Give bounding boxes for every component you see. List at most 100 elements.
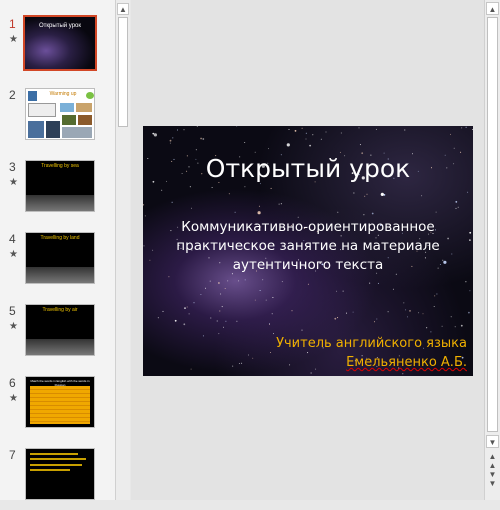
star-dot bbox=[234, 211, 236, 213]
thumbnail-title: Travelling by air bbox=[42, 307, 78, 313]
star-dot bbox=[259, 183, 261, 185]
star-dot bbox=[171, 201, 173, 203]
thumbnail-title: Warming up bbox=[49, 91, 77, 97]
star-dot bbox=[195, 149, 197, 151]
thumbnail-image[interactable]: Открытый урок bbox=[23, 15, 97, 71]
star-dot bbox=[254, 299, 256, 301]
slide-subtitle[interactable]: Коммуникативно-ориентированное практичес… bbox=[173, 218, 443, 275]
slide-number: 4 bbox=[9, 232, 16, 246]
slide-thumbnail-5[interactable]: 5 ★ Travelling by air bbox=[0, 304, 115, 366]
star-dot bbox=[435, 211, 437, 213]
scrollbar-thumb[interactable] bbox=[118, 17, 128, 127]
thumbnail-image[interactable]: Warming up bbox=[25, 88, 95, 140]
thumbnail-image[interactable] bbox=[25, 448, 95, 500]
thumbnail-image[interactable]: Match the words in English with the word… bbox=[25, 376, 95, 428]
subtitle-line: Коммуникативно-ориентированное bbox=[181, 219, 435, 235]
slide-thumbnail-2[interactable]: 2 Warming up bbox=[0, 88, 115, 150]
main-scrollbar[interactable]: ▲ ▼ ▲ ▲ ▼ ▼ bbox=[484, 0, 500, 500]
thumbnail-image[interactable]: Travelling by air bbox=[25, 304, 95, 356]
star-dot bbox=[183, 323, 186, 326]
star-dot bbox=[228, 193, 230, 195]
star-dot bbox=[262, 279, 264, 281]
current-slide[interactable]: Открытый урок Коммуникативно-ориентирова… bbox=[143, 126, 473, 376]
slide-thumbnail-3[interactable]: 3 ★ Travelling by sea bbox=[0, 160, 115, 222]
star-dot bbox=[211, 187, 213, 188]
star-dot bbox=[177, 129, 178, 131]
star-dot bbox=[460, 151, 462, 153]
star-dot bbox=[244, 142, 246, 143]
star-dot bbox=[436, 293, 438, 295]
star-dot bbox=[189, 186, 191, 188]
star-dot bbox=[210, 317, 212, 319]
star-dot bbox=[377, 282, 379, 284]
star-dot bbox=[225, 320, 227, 322]
thumbnail-title: Travelling by sea bbox=[41, 163, 79, 169]
star-dot bbox=[387, 311, 389, 313]
star-dot bbox=[227, 280, 229, 282]
thumbnail-text-line bbox=[30, 464, 82, 466]
star-dot bbox=[202, 138, 205, 140]
star-dot bbox=[468, 311, 470, 314]
slide-thumbnail-7[interactable]: 7 bbox=[0, 448, 115, 510]
star-dot bbox=[305, 138, 307, 140]
thumbnail-image[interactable]: Travelling by sea bbox=[25, 160, 95, 212]
star-dot bbox=[455, 207, 457, 209]
star-dot bbox=[366, 193, 368, 195]
star-dot bbox=[352, 311, 354, 313]
previous-slide-icon[interactable]: ▲ ▲ bbox=[486, 452, 499, 470]
star-dot bbox=[202, 335, 204, 337]
thumbnail-image[interactable]: Travelling by land bbox=[25, 232, 95, 284]
scroll-up-arrow-icon[interactable]: ▲ bbox=[486, 2, 499, 15]
thumbnail-scrollbar[interactable]: ▲ bbox=[115, 0, 130, 500]
slide-number: 5 bbox=[9, 304, 16, 318]
scroll-down-arrow-icon[interactable]: ▼ bbox=[486, 435, 499, 448]
scroll-up-arrow-icon[interactable]: ▲ bbox=[117, 3, 129, 15]
thumbnail-title: Открытый урок bbox=[39, 23, 81, 29]
animation-star-icon: ★ bbox=[9, 177, 18, 188]
author-block[interactable]: Учитель английского языка Емельяненко А.… bbox=[276, 334, 467, 372]
star-dot bbox=[190, 368, 192, 370]
star-dot bbox=[375, 128, 377, 130]
next-slide-icon[interactable]: ▼ ▼ bbox=[486, 470, 499, 488]
star-dot bbox=[358, 127, 360, 129]
thumbnail-text-line bbox=[30, 469, 70, 471]
star-dot bbox=[469, 290, 471, 292]
star-dot bbox=[152, 132, 155, 135]
star-dot bbox=[465, 281, 467, 283]
star-dot bbox=[418, 312, 420, 314]
star-dot bbox=[325, 131, 327, 133]
star-dot bbox=[193, 302, 195, 304]
scrollbar-thumb[interactable] bbox=[487, 17, 498, 432]
star-dot bbox=[307, 283, 309, 285]
slide-thumbnail-1[interactable]: 1 ★ Открытый урок bbox=[0, 15, 115, 79]
star-dot bbox=[454, 326, 456, 328]
star-dot bbox=[443, 260, 447, 264]
slide-thumbnail-6[interactable]: 6 ★ Match the words in English with the … bbox=[0, 376, 115, 438]
slide-title[interactable]: Открытый урок bbox=[143, 154, 473, 183]
slide-thumbnail-4[interactable]: 4 ★ Travelling by land bbox=[0, 232, 115, 294]
star-dot bbox=[447, 237, 449, 240]
star-dot bbox=[392, 288, 394, 290]
star-dot bbox=[200, 294, 202, 295]
star-dot bbox=[426, 327, 428, 329]
picture-icon bbox=[78, 115, 92, 125]
animation-star-icon: ★ bbox=[9, 249, 18, 260]
picture-icon bbox=[60, 103, 74, 112]
subtitle-line: практическое занятие на материале bbox=[176, 238, 440, 254]
star-dot bbox=[451, 253, 453, 255]
animation-star-icon: ★ bbox=[9, 393, 18, 404]
star-dot bbox=[286, 143, 290, 147]
star-dot bbox=[144, 215, 146, 217]
star-dot bbox=[169, 142, 171, 144]
star-dot bbox=[376, 318, 378, 320]
star-dot bbox=[371, 212, 374, 215]
star-dot bbox=[450, 133, 451, 135]
star-dot bbox=[280, 203, 282, 205]
picture-icon bbox=[62, 115, 76, 125]
star-dot bbox=[337, 211, 339, 213]
star-dot bbox=[430, 331, 432, 333]
star-dot bbox=[369, 282, 371, 284]
star-dot bbox=[334, 317, 337, 320]
star-dot bbox=[346, 312, 347, 314]
star-dot bbox=[196, 126, 198, 127]
